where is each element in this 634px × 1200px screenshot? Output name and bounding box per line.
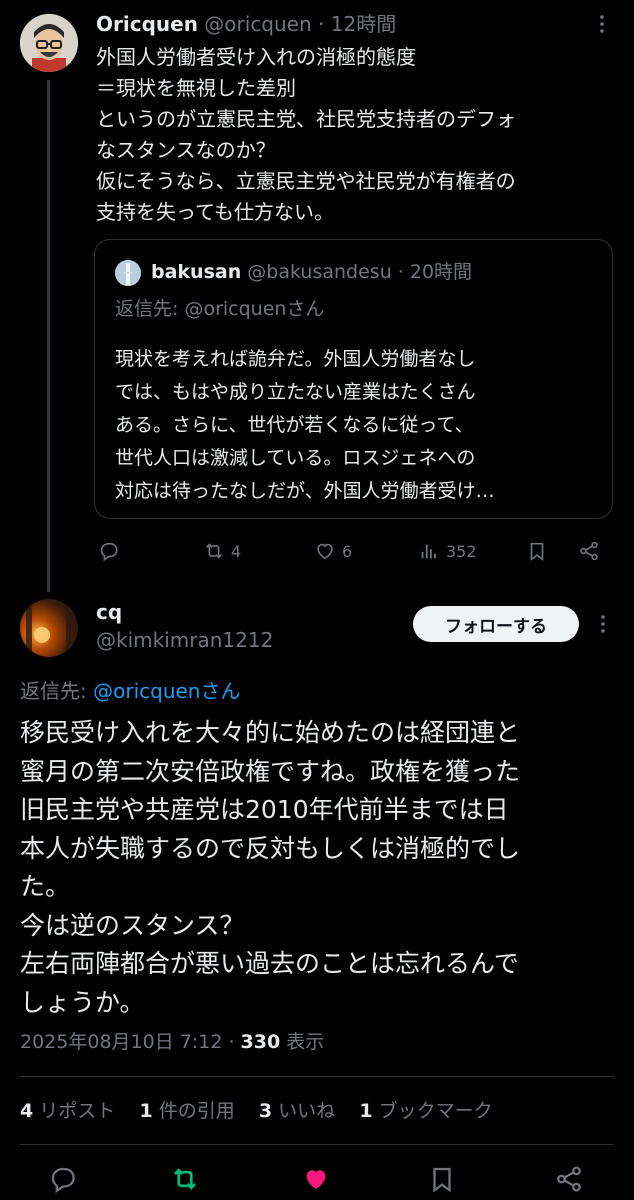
reply-prefix: 返信先: xyxy=(20,679,94,703)
quote-header: bakusan @bakusandesu · 20時間 xyxy=(151,257,472,287)
reposts-stat-count: 4 xyxy=(20,1100,34,1122)
quote-avatar[interactable] xyxy=(115,260,141,286)
tweet1-time[interactable]: · 12時間 xyxy=(318,12,396,36)
tweet2-body-line: 旧民主党や共産党は2010年代前半までは日 xyxy=(20,795,509,824)
tweet1-display-name[interactable]: Oricquen xyxy=(96,12,198,36)
tweet2-body-line: 蜜月の第二次安倍政権ですね。政権を獲った xyxy=(20,756,521,786)
tweet1-body-line: なスタンスなのか？ xyxy=(96,138,276,162)
divider xyxy=(20,1076,614,1077)
views-icon xyxy=(421,544,436,559)
tweet2-meta: 2025年08月10日 7:12 · 330 表示 xyxy=(20,1026,324,1058)
repost-button[interactable]: 4 xyxy=(203,537,241,565)
bookmarks-stat-label: ブックマーク xyxy=(372,1100,493,1122)
divider xyxy=(20,1144,614,1145)
quotes-stat-label: 件の引用 xyxy=(152,1100,235,1122)
tweet2-body-line: しょうか。 xyxy=(20,987,145,1017)
tweet1-handle[interactable]: @oricquen xyxy=(204,12,311,36)
quote-body-line: 世代人口は激減している。ロスジェネへの xyxy=(115,447,476,469)
tweet1-body: 外国人労働者受け入れの消極的態度 ＝現状を無視した差別 というのが立憲民主党、社… xyxy=(96,42,621,228)
tweet2-body-line: た。 xyxy=(20,872,71,901)
bookmark-button[interactable] xyxy=(427,1164,457,1194)
tweet1-body-line: 外国人労働者受け入れの消極的態度 xyxy=(96,45,416,69)
likes-stat-count: 3 xyxy=(258,1100,273,1122)
follow-button[interactable]: フォローする xyxy=(413,606,579,642)
tweet2-views-count: 330 xyxy=(240,1031,281,1053)
views-count: 352 xyxy=(446,541,477,561)
bookmark-icon xyxy=(530,542,544,561)
tweet2-display-name[interactable]: cq xyxy=(96,597,122,627)
bookmarks-stat-count: 1 xyxy=(359,1100,373,1122)
tweet2-timestamp[interactable]: 2025年08月10日 7:12 · xyxy=(20,1031,241,1053)
quote-time: · 20時間 xyxy=(397,261,473,283)
views-button[interactable]: 352 xyxy=(418,537,477,565)
tweet1-body-line: というのが立憲民主党、社民党支持者のデフォ xyxy=(96,107,516,131)
quote-display-name: bakusan xyxy=(151,261,242,283)
avatar-sunset-image xyxy=(26,603,71,651)
more-icon[interactable] xyxy=(590,12,614,41)
quoted-tweet-card[interactable]: bakusan @bakusandesu · 20時間 返信先: @oricqu… xyxy=(94,239,613,519)
avatar-oricquen[interactable] xyxy=(20,14,78,72)
repost-icon xyxy=(206,543,222,559)
share-button[interactable] xyxy=(578,537,600,565)
tweet2-body-line: 左右両陣都合が悪い過去のことは忘れるんで xyxy=(20,949,519,978)
quotes-stat[interactable]: 1 件の引用 xyxy=(139,1100,234,1122)
thread-connector-line xyxy=(47,80,50,592)
like-button[interactable]: 6 xyxy=(314,537,352,565)
reply-button[interactable] xyxy=(98,537,120,565)
like-icon xyxy=(306,1170,326,1189)
repost-count: 4 xyxy=(231,541,242,561)
avatar-cartoon-face xyxy=(20,14,78,72)
likes-stat[interactable]: 3 いいね xyxy=(259,1100,335,1122)
like-count: 6 xyxy=(342,541,353,561)
reposts-stat-label: リポスト xyxy=(33,1100,116,1122)
tweet2-stats: 4 リポスト 1 件の引用 3 いいね 1 ブックマーク xyxy=(20,1093,493,1129)
bookmark-icon xyxy=(433,1167,451,1193)
like-button-active[interactable] xyxy=(301,1164,331,1194)
more-icon[interactable] xyxy=(596,612,610,640)
quote-body-line: では、もはや成り立たない産業はたくさん xyxy=(115,381,476,403)
quote-body: 現状を考えれば詭弁だ。外国人労働者なし では、もはや成り立たない産業はたくさん … xyxy=(115,343,595,508)
tweet2-body-line: 今は逆のスタンス？ xyxy=(20,910,245,940)
tweet2-body-line: 移民受け入れを大々的に始めたのは経団連と xyxy=(20,718,521,747)
reposts-stat[interactable]: 4 リポスト xyxy=(20,1100,115,1122)
tweet2-views-label: 表示 xyxy=(280,1031,325,1053)
share-icon xyxy=(557,1166,581,1192)
tweet1-body-line: 支持を失っても仕方ない。 xyxy=(96,200,334,224)
reply-button[interactable] xyxy=(48,1164,78,1194)
reply-icon xyxy=(100,542,118,562)
reply-icon xyxy=(51,1167,75,1194)
like-icon xyxy=(317,543,333,560)
tweet1-body-line: ＝現状を無視した差別 xyxy=(96,76,296,100)
tweet1-header: Oricquen @oricquen · 12時間 xyxy=(96,10,396,38)
tweet2-body: 移民受け入れを大々的に始めたのは経団連と 蜜月の第二次安倍政権ですね。政権を獲っ… xyxy=(20,714,620,1022)
quote-body-line: 対応は待ったなしだが、外国人労働者受け… xyxy=(115,480,495,502)
avatar-cq[interactable] xyxy=(20,599,78,657)
quote-body-line: ある。さらに、世代が若くなるに従って、 xyxy=(115,414,474,436)
tweet1-body-line: 仮にそうなら、立憲民主党や社民党が有権者の xyxy=(96,169,516,193)
tweet2-reply-to: 返信先: @oricquenさん xyxy=(20,675,240,707)
share-icon xyxy=(580,541,598,561)
quote-reply-to: 返信先: @oricquenさん xyxy=(115,298,325,320)
likes-stat-label: いいね xyxy=(272,1100,336,1122)
tower-image-icon xyxy=(115,260,141,286)
reply-mention-link[interactable]: @oricquenさん xyxy=(93,679,240,703)
bookmark-button[interactable] xyxy=(526,537,548,565)
repost-button-active[interactable] xyxy=(170,1164,200,1194)
tweet2-handle[interactable]: @kimkimran1212 xyxy=(96,625,273,655)
tweet2-body-line: 本人が失職するので反対もしくは消極的でし xyxy=(20,833,521,863)
quote-handle: @bakusandesu xyxy=(247,261,392,283)
share-button[interactable] xyxy=(554,1164,584,1194)
quotes-stat-count: 1 xyxy=(139,1100,153,1122)
bookmarks-stat[interactable]: 1 ブックマーク xyxy=(359,1100,492,1122)
quote-body-line: 現状を考えれば詭弁だ。外国人労働者なし xyxy=(115,348,476,370)
repost-icon xyxy=(174,1168,196,1190)
